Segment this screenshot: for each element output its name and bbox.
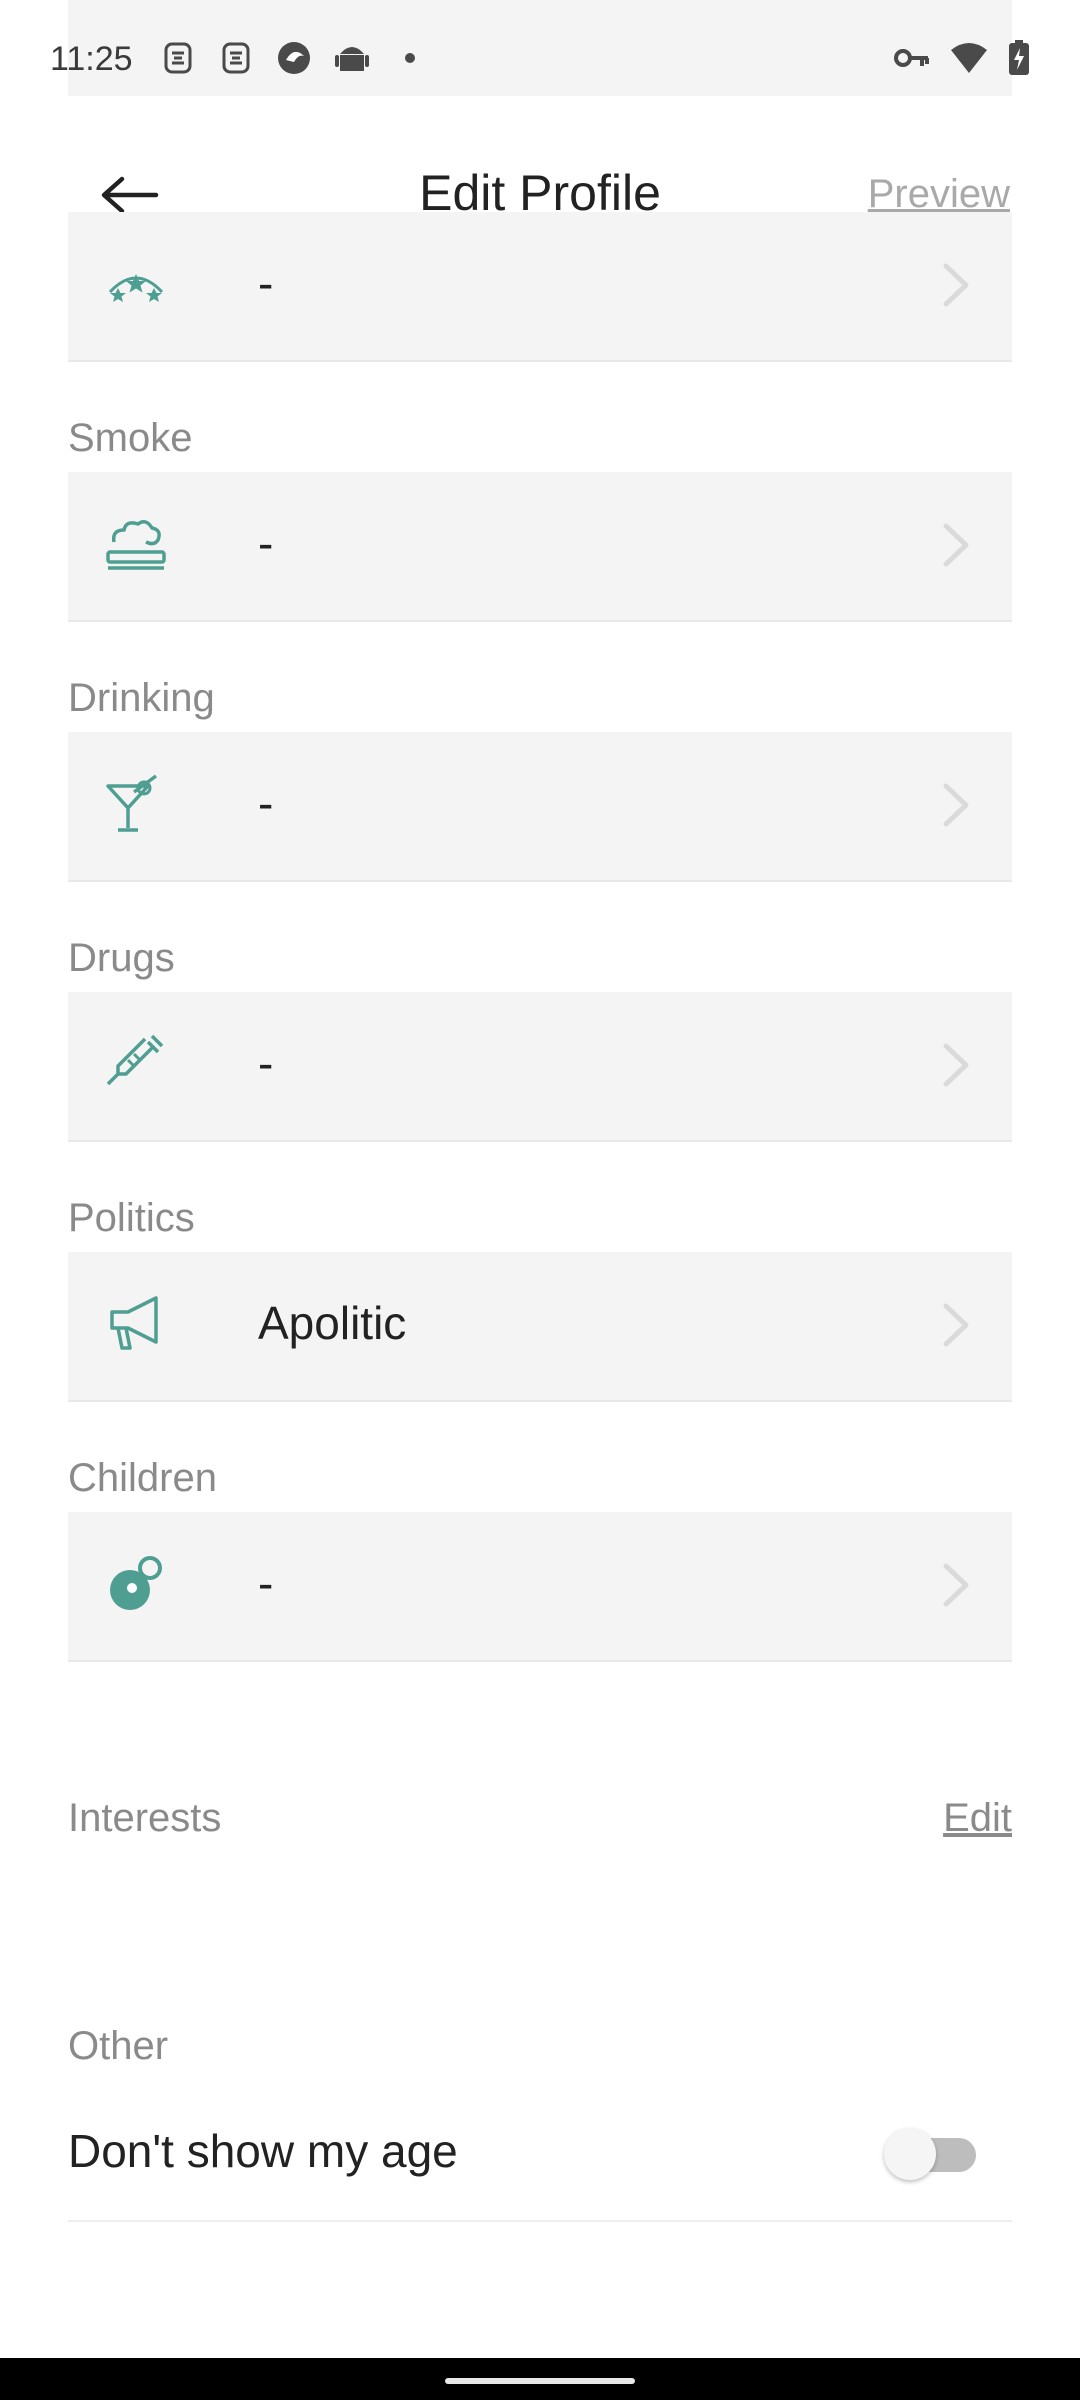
- status-time: 11:25: [50, 40, 133, 78]
- notification-s-icon: [218, 40, 254, 76]
- cigarette-icon: [106, 520, 166, 570]
- hide-age-toggle[interactable]: [884, 2126, 976, 2182]
- smoke-row[interactable]: -: [68, 472, 1012, 622]
- chevron-right-icon: [943, 1563, 969, 1607]
- megaphone-icon: [110, 1296, 158, 1350]
- zodiac-row[interactable]: -: [68, 212, 1012, 362]
- hide-age-label: Don't show my age: [68, 2125, 458, 2177]
- home-indicator[interactable]: [445, 2378, 635, 2384]
- chevron-right-icon: [943, 523, 969, 567]
- other-label: Other: [68, 2024, 169, 2068]
- preview-button[interactable]: Preview: [868, 172, 1010, 217]
- children-value: -: [258, 1557, 274, 1609]
- smoke-value: -: [258, 517, 274, 569]
- drugs-value: -: [258, 1037, 274, 1089]
- status-bar: 11:25: [0, 0, 1080, 96]
- hide-age-row: Don't show my age: [68, 2100, 1012, 2222]
- chevron-right-icon: [943, 1303, 969, 1347]
- wifi-icon: [950, 42, 988, 79]
- smoke-label: Smoke: [68, 416, 193, 460]
- drugs-label: Drugs: [68, 936, 175, 980]
- zodiac-value: -: [258, 257, 274, 309]
- drinking-value: -: [258, 777, 274, 829]
- browser-icon: [276, 40, 312, 76]
- drinking-label: Drinking: [68, 676, 215, 720]
- battery-charging-icon: [1008, 40, 1030, 81]
- drugs-row[interactable]: -: [68, 992, 1012, 1142]
- cocktail-icon: [106, 774, 158, 832]
- interests-label: Interests: [68, 1796, 222, 1840]
- dot-icon: [392, 40, 428, 76]
- children-row[interactable]: -: [68, 1512, 1012, 1662]
- politics-row[interactable]: Apolitic: [68, 1252, 1012, 1402]
- chevron-right-icon: [943, 783, 969, 827]
- chevron-right-icon: [943, 263, 969, 307]
- system-nav-bar: [0, 2358, 1080, 2400]
- vpn-key-icon: [894, 46, 930, 75]
- politics-value: Apolitic: [258, 1297, 407, 1349]
- toggle-thumb: [884, 2128, 936, 2180]
- syringe-icon: [106, 1034, 164, 1086]
- drinking-row[interactable]: -: [68, 732, 1012, 882]
- chevron-right-icon: [943, 1043, 969, 1087]
- notification-s-icon: [160, 40, 196, 76]
- interests-edit-button[interactable]: Edit: [943, 1796, 1012, 1841]
- children-label: Children: [68, 1456, 217, 1500]
- status-icons-right: [894, 40, 1030, 81]
- pacifier-icon: [110, 1556, 162, 1610]
- politics-label: Politics: [68, 1196, 195, 1240]
- zodiac-stars-icon: [108, 274, 164, 302]
- android-icon: [334, 40, 370, 76]
- status-icons-left: [160, 40, 428, 76]
